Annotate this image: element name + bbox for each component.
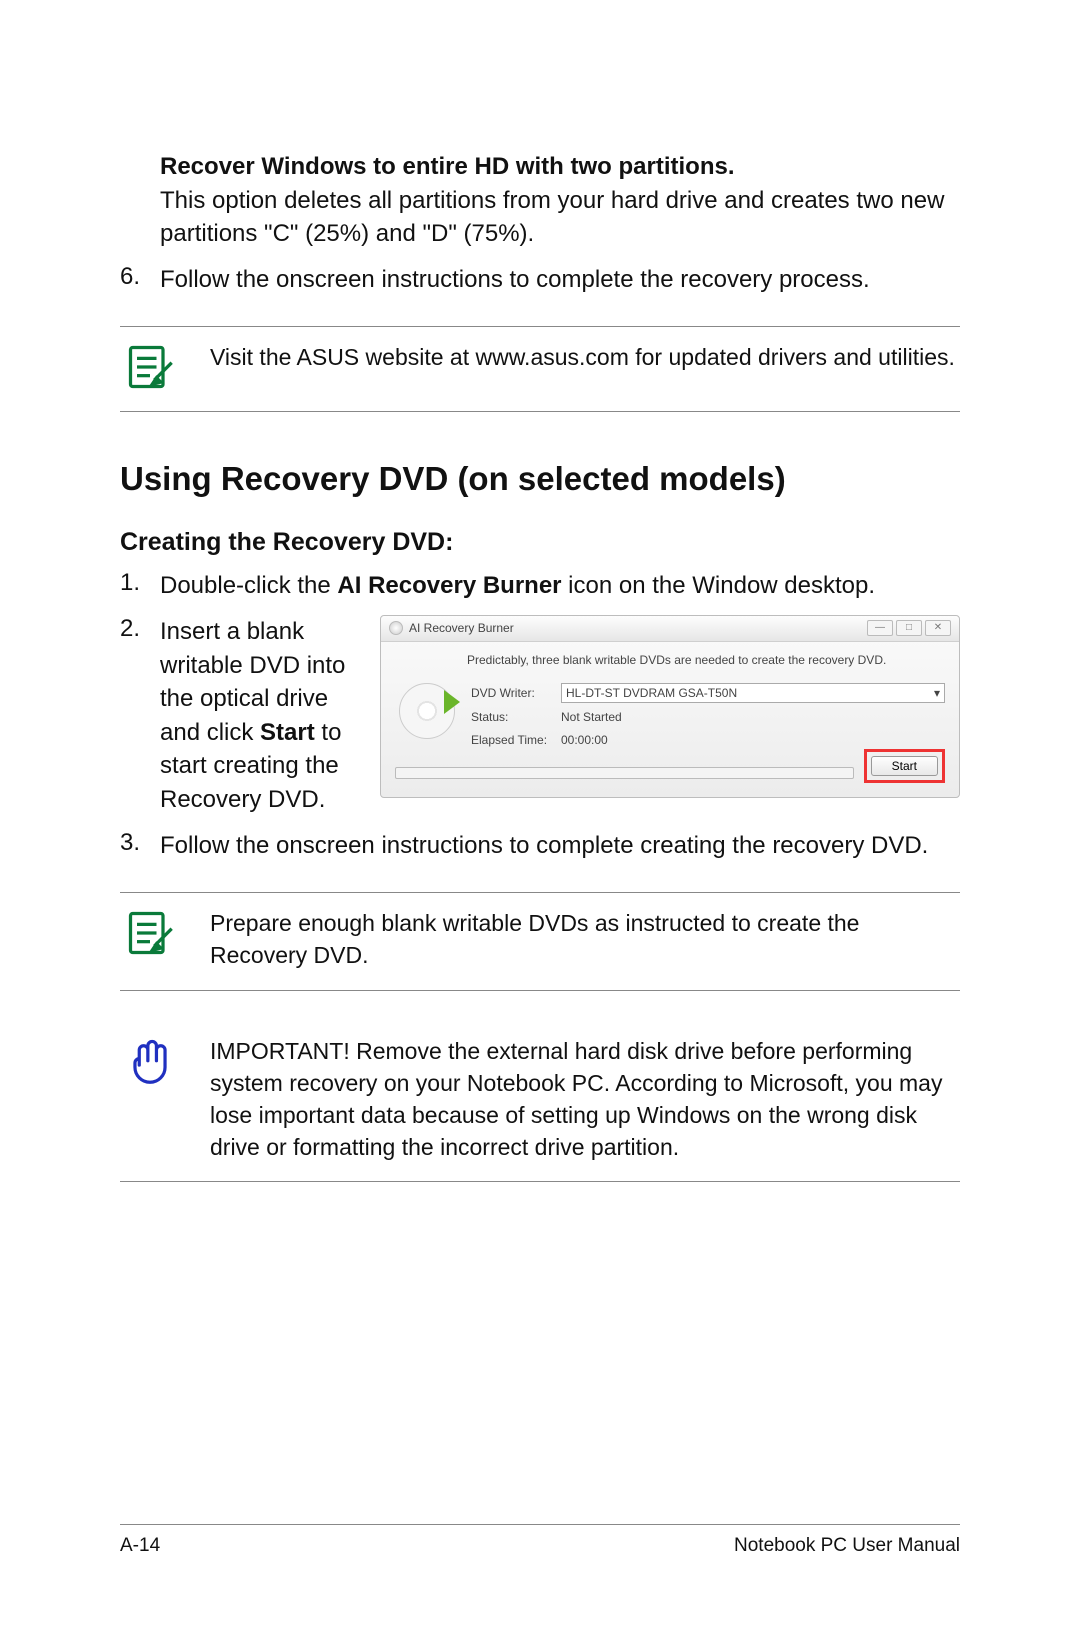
close-button[interactable]: ✕ [925,620,951,636]
window-body: Predictably, three blank writable DVDs a… [381,642,959,797]
step-3-text: Follow the onscreen instructions to comp… [160,829,960,863]
step-2-text: Insert a blank writable DVD into the opt… [160,615,360,817]
intro-block: Recover Windows to entire HD with two pa… [160,150,960,251]
note-drivers: Visit the ASUS website at www.asus.com f… [120,326,960,412]
note-icon [120,341,180,393]
note-icon [120,907,180,959]
minimize-button[interactable]: — [867,620,893,636]
step-1-bold: AI Recovery Burner [337,572,561,599]
elapsed-label: Elapsed Time: [471,732,561,749]
step-1: 1. Double-click the AI Recovery Burner i… [120,569,960,603]
manual-page: Recover Windows to entire HD with two pa… [0,0,1080,1627]
page-number: A-14 [120,1535,160,1557]
step-1-text: Double-click the AI Recovery Burner icon… [160,569,960,603]
note-prepare-dvds: Prepare enough blank writable DVDs as in… [120,892,960,990]
status-row: Status: Not Started [471,709,945,726]
dvd-writer-label: DVD Writer: [471,685,561,702]
intro-heading: Recover Windows to entire HD with two pa… [160,150,960,184]
disc-icon [399,683,455,739]
maximize-button[interactable]: □ [896,620,922,636]
step-3: 3. Follow the onscreen instructions to c… [120,829,960,863]
window-title-left: AI Recovery Burner [389,620,514,637]
window-title: AI Recovery Burner [409,620,514,637]
note-prepare-dvds-text: Prepare enough blank writable DVDs as in… [210,907,960,971]
app-icon [389,621,403,635]
step-3-number: 3. [120,829,160,863]
start-highlight: Start [864,749,945,783]
window-buttons: — □ ✕ [864,620,951,636]
intro-body: This option deletes all partitions from … [160,184,960,251]
disc-icon-column [395,677,459,749]
window-titlebar: AI Recovery Burner — □ ✕ [381,616,959,642]
dvd-writer-value: HL-DT-ST DVDRAM GSA-T50N [566,685,737,702]
status-label: Status: [471,709,561,726]
status-value: Not Started [561,709,945,726]
step-1-post: icon on the Window desktop. [562,572,876,599]
progress-bar [395,767,854,779]
ai-recovery-burner-window: AI Recovery Burner — □ ✕ Predictably, th… [380,615,960,798]
step-1-pre: Double-click the [160,572,337,599]
step-6: 6. Follow the onscreen instructions to c… [120,263,960,297]
step-6-text: Follow the onscreen instructions to comp… [160,263,960,297]
chevron-down-icon: ▾ [934,685,940,702]
elapsed-row: Elapsed Time: 00:00:00 [471,732,945,749]
fields-column: DVD Writer: HL-DT-ST DVDRAM GSA-T50N ▾ S… [471,677,945,749]
dvd-writer-select[interactable]: HL-DT-ST DVDRAM GSA-T50N ▾ [561,683,945,704]
hand-icon [120,1035,180,1093]
note-important: IMPORTANT! Remove the external hard disk… [120,1021,960,1183]
step-2: 2. Insert a blank writable DVD into the … [120,615,960,817]
page-footer: A-14 Notebook PC User Manual [120,1524,960,1557]
window-hint: Predictably, three blank writable DVDs a… [467,652,945,669]
subsection-heading: Creating the Recovery DVD: [120,528,960,557]
step-2-bold: Start [260,719,315,746]
dvd-writer-row: DVD Writer: HL-DT-ST DVDRAM GSA-T50N ▾ [471,683,945,704]
note-drivers-text: Visit the ASUS website at www.asus.com f… [210,341,955,373]
step-6-number: 6. [120,263,160,297]
step-2-number: 2. [120,615,160,817]
step-2-body: Insert a blank writable DVD into the opt… [160,615,960,817]
step-1-number: 1. [120,569,160,603]
section-heading: Using Recovery DVD (on selected models) [120,460,960,498]
start-button[interactable]: Start [871,756,938,776]
note-important-text: IMPORTANT! Remove the external hard disk… [210,1035,960,1164]
manual-title: Notebook PC User Manual [734,1535,960,1557]
elapsed-value: 00:00:00 [561,732,945,749]
